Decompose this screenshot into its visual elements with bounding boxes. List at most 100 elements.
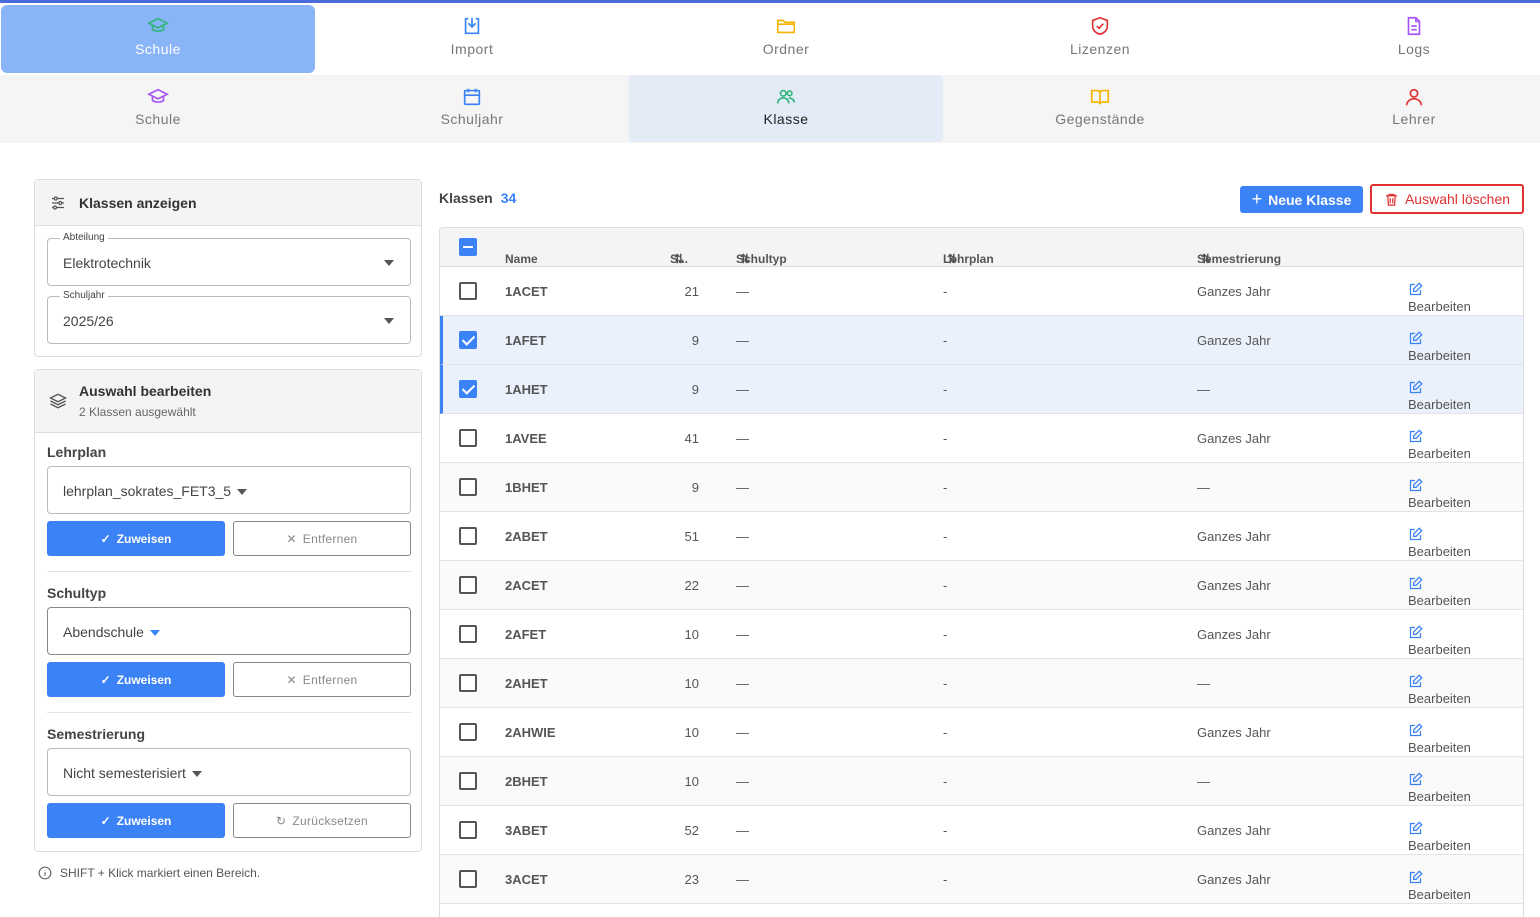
row-checkbox[interactable] (459, 380, 477, 398)
semestrierung-assign-button[interactable]: ✓ Zuweisen (47, 803, 225, 838)
edit-label: Bearbeiten (1408, 740, 1471, 755)
sort-icon: ⇅ (674, 252, 685, 266)
table-row[interactable]: 2AFET 10 — - Ganzes Jahr Bearbeiten (440, 610, 1523, 659)
table-row[interactable]: 1AHET 9 — - — Bearbeiten (440, 365, 1523, 414)
edit-button[interactable]: Bearbeiten (1408, 576, 1471, 608)
schultyp-select[interactable]: Abendschule (47, 607, 411, 655)
schuljahr-select[interactable]: Schuljahr 2025/26 (47, 290, 411, 344)
subtab-gegenstaende[interactable]: Gegenstände (943, 75, 1257, 142)
row-checkbox[interactable] (459, 527, 477, 545)
subtab-label: Klasse (763, 111, 809, 127)
edit-icon (1409, 331, 1423, 345)
calendar-icon (463, 88, 481, 106)
subtab-klasse[interactable]: Klasse (629, 75, 943, 142)
book-open-icon (1090, 89, 1110, 105)
edit-button[interactable]: Bearbeiten (1408, 674, 1471, 706)
row-checkbox[interactable] (459, 870, 477, 888)
close-icon: ✕ (286, 531, 297, 546)
schultyp-remove-button[interactable]: ✕ Entfernen (233, 662, 411, 697)
lehrplan-assign-button[interactable]: ✓ Zuweisen (47, 521, 225, 556)
class-name: 1AFET (505, 333, 547, 348)
edit-button[interactable]: Bearbeiten (1408, 380, 1471, 412)
subtab-lehrer[interactable]: Lehrer (1257, 75, 1540, 142)
lehrplan-value: - (943, 480, 948, 495)
table-row[interactable]: 1BHET 9 — - — Bearbeiten (440, 463, 1523, 512)
edit-button[interactable]: Bearbeiten (1408, 429, 1471, 461)
delete-selection-button[interactable]: Auswahl löschen (1370, 184, 1524, 214)
table-row[interactable]: 2AHWIE 10 — - Ganzes Jahr Bearbeiten (440, 708, 1523, 757)
row-checkbox[interactable] (459, 723, 477, 741)
edit-icon (1409, 870, 1423, 884)
edit-button[interactable]: Bearbeiten (1408, 331, 1471, 363)
schultyp-value: — (736, 382, 749, 397)
semestrierung-label: Semestrierung (47, 726, 146, 742)
lehrplan-value: - (943, 333, 948, 348)
lehrplan-select[interactable]: lehrplan_sokrates_FET3_5 (47, 466, 411, 514)
table-row[interactable]: 1ACET 21 — - Ganzes Jahr Bearbeiten (440, 267, 1523, 316)
semestrierung-reset-button[interactable]: ↻ Zurücksetzen (233, 803, 411, 838)
lehrplan-value: - (943, 823, 948, 838)
edit-button[interactable]: Bearbeiten (1408, 723, 1471, 755)
student-count: 52 (684, 823, 699, 838)
table-row[interactable]: 3ABET 52 — - Ganzes Jahr Bearbeiten (440, 806, 1523, 855)
tab-lizenzen[interactable]: Lizenzen (943, 5, 1257, 73)
edit-icon (1409, 625, 1423, 639)
row-checkbox[interactable] (459, 478, 477, 496)
table-row[interactable]: 2BHET 10 — - — Bearbeiten (440, 757, 1523, 806)
row-checkbox[interactable] (459, 576, 477, 594)
select-all-checkbox[interactable] (459, 238, 477, 256)
lehrplan-value: - (943, 529, 948, 544)
chevron-down-icon (149, 630, 160, 637)
edit-label: Bearbeiten (1408, 838, 1471, 853)
edit-button[interactable]: Bearbeiten (1408, 527, 1471, 559)
row-checkbox[interactable] (459, 429, 477, 447)
row-checkbox[interactable] (459, 282, 477, 300)
semestrierung-value: — (1197, 774, 1210, 789)
table-row[interactable]: 1AVEE 41 — - Ganzes Jahr Bearbeiten (440, 414, 1523, 463)
tab-import[interactable]: Import (315, 5, 629, 73)
subtab-schule[interactable]: Schule (1, 75, 315, 142)
schultyp-value: — (736, 823, 749, 838)
table-row[interactable]: 2ACET 22 — - Ganzes Jahr Bearbeiten (440, 561, 1523, 610)
table-row[interactable]: 1AFET 9 — - Ganzes Jahr Bearbeiten (440, 316, 1523, 365)
semestrierung-select[interactable]: Nicht semesterisiert (47, 748, 411, 796)
schultyp-assign-button[interactable]: ✓ Zuweisen (47, 662, 225, 697)
tab-label: Import (450, 41, 494, 57)
edit-button[interactable]: Bearbeiten (1408, 282, 1471, 314)
subtab-schuljahr[interactable]: Schuljahr (315, 75, 629, 142)
class-name: 2ABET (505, 529, 548, 544)
tab-schule[interactable]: Schule (1, 5, 315, 73)
row-checkbox[interactable] (459, 625, 477, 643)
row-checkbox[interactable] (459, 331, 477, 349)
lehrplan-value: - (943, 676, 948, 691)
table-row[interactable]: 2AHET 10 — - — Bearbeiten (440, 659, 1523, 708)
subtab-label: Schule (135, 111, 181, 127)
abteilung-select[interactable]: Abteilung Elektrotechnik (47, 232, 411, 286)
download-icon (464, 17, 480, 35)
class-name: 2ACET (505, 578, 548, 593)
edit-button[interactable]: Bearbeiten (1408, 870, 1471, 902)
sort-asc-icon: ↑ (509, 252, 515, 266)
table-row[interactable]: 2ABET 51 — - Ganzes Jahr Bearbeiten (440, 512, 1523, 561)
edit-button[interactable]: Bearbeiten (1408, 772, 1471, 804)
users-icon (776, 89, 796, 104)
edit-button[interactable]: Bearbeiten (1408, 625, 1471, 657)
row-checkbox[interactable] (459, 772, 477, 790)
edit-icon (1409, 527, 1423, 541)
tab-logs[interactable]: Logs (1257, 5, 1540, 73)
table-row[interactable]: 3ACET 23 — - Ganzes Jahr Bearbeiten (440, 855, 1523, 904)
button-label: Auswahl löschen (1404, 191, 1511, 207)
tab-ordner[interactable]: Ordner (629, 5, 943, 73)
new-class-button[interactable]: + Neue Klasse (1240, 186, 1363, 213)
edit-button[interactable]: Bearbeiten (1408, 478, 1471, 510)
row-checkbox[interactable] (459, 821, 477, 839)
button-label: Zuweisen (116, 813, 172, 828)
student-count: 9 (691, 382, 699, 397)
schultyp-value: Abendschule (63, 624, 144, 640)
edit-label: Bearbeiten (1408, 691, 1471, 706)
class-name: 1AHET (505, 382, 548, 397)
row-checkbox[interactable] (459, 674, 477, 692)
edit-button[interactable]: Bearbeiten (1408, 821, 1471, 853)
edit-selection-panel: Auswahl bearbeiten 2 Klassen ausgewählt … (34, 369, 422, 852)
lehrplan-remove-button[interactable]: ✕ Entfernen (233, 521, 411, 556)
